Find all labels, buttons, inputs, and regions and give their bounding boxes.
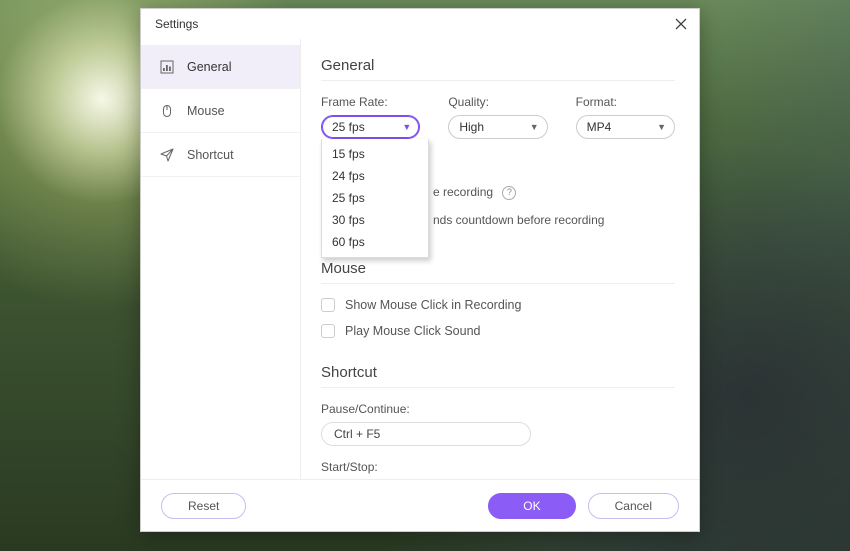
option-countdown-partial: nds countdown before recording: [433, 213, 604, 227]
format-value: MP4: [587, 120, 612, 134]
frame-rate-option[interactable]: 24 fps: [322, 165, 428, 187]
quality-value: High: [459, 120, 484, 134]
play-mouse-sound-label: Play Mouse Click Sound: [345, 324, 480, 338]
paper-plane-icon: [159, 147, 175, 163]
play-mouse-sound-row[interactable]: Play Mouse Click Sound: [321, 324, 675, 338]
frame-rate-option[interactable]: 60 fps: [322, 231, 428, 253]
show-mouse-click-label: Show Mouse Click in Recording: [345, 298, 521, 312]
section-heading-mouse: Mouse: [321, 260, 675, 277]
sidebar-item-label: General: [187, 60, 231, 74]
divider: [321, 283, 675, 284]
sidebar-item-mouse[interactable]: Mouse: [141, 89, 300, 133]
dialog-title: Settings: [155, 17, 198, 31]
sidebar-item-general[interactable]: General: [141, 45, 300, 89]
chevron-down-icon: ▼: [402, 122, 411, 132]
format-select[interactable]: MP4 ▼: [576, 115, 675, 139]
chevron-down-icon: ▼: [657, 122, 666, 132]
frame-rate-label: Frame Rate:: [321, 95, 420, 109]
frame-rate-option[interactable]: 30 fps: [322, 209, 428, 231]
frame-rate-select[interactable]: 25 fps ▼: [321, 115, 420, 139]
start-stop-label: Start/Stop:: [321, 460, 675, 474]
cancel-button[interactable]: Cancel: [588, 493, 679, 519]
ok-button[interactable]: OK: [488, 493, 575, 519]
quality-label: Quality:: [448, 95, 547, 109]
close-button[interactable]: [673, 16, 689, 32]
section-heading-general: General: [321, 57, 675, 74]
close-icon: [675, 18, 687, 30]
content-pane: General Frame Rate: 25 fps ▼ 15 fps 24 f…: [301, 39, 699, 479]
pause-continue-input[interactable]: Ctrl + F5: [321, 422, 531, 446]
sidebar-item-shortcut[interactable]: Shortcut: [141, 133, 300, 177]
option-hide-recording-partial: e recording: [433, 185, 493, 199]
sidebar-item-label: Mouse: [187, 104, 225, 118]
quality-select[interactable]: High ▼: [448, 115, 547, 139]
mouse-icon: [159, 103, 175, 119]
show-mouse-click-row[interactable]: Show Mouse Click in Recording: [321, 298, 675, 312]
section-heading-shortcut: Shortcut: [321, 364, 675, 381]
chevron-down-icon: ▼: [530, 122, 539, 132]
sidebar-item-label: Shortcut: [187, 148, 234, 162]
help-icon[interactable]: ?: [502, 186, 516, 200]
bar-chart-icon: [159, 59, 175, 75]
general-controls-row: Frame Rate: 25 fps ▼ 15 fps 24 fps 25 fp…: [321, 95, 675, 139]
sidebar: General Mouse Shortcut: [141, 39, 301, 479]
titlebar: Settings: [141, 9, 699, 39]
dialog-footer: Reset OK Cancel: [141, 479, 699, 531]
reset-button[interactable]: Reset: [161, 493, 246, 519]
frame-rate-option[interactable]: 25 fps: [322, 187, 428, 209]
checkbox[interactable]: [321, 298, 335, 312]
pause-continue-value: Ctrl + F5: [334, 427, 380, 441]
divider: [321, 387, 675, 388]
pause-continue-label: Pause/Continue:: [321, 402, 675, 416]
settings-dialog: Settings General Mouse Sh: [140, 8, 700, 532]
divider: [321, 80, 675, 81]
frame-rate-option[interactable]: 15 fps: [322, 143, 428, 165]
frame-rate-dropdown: 15 fps 24 fps 25 fps 30 fps 60 fps: [321, 139, 429, 258]
checkbox[interactable]: [321, 324, 335, 338]
format-label: Format:: [576, 95, 675, 109]
frame-rate-value: 25 fps: [332, 120, 365, 134]
